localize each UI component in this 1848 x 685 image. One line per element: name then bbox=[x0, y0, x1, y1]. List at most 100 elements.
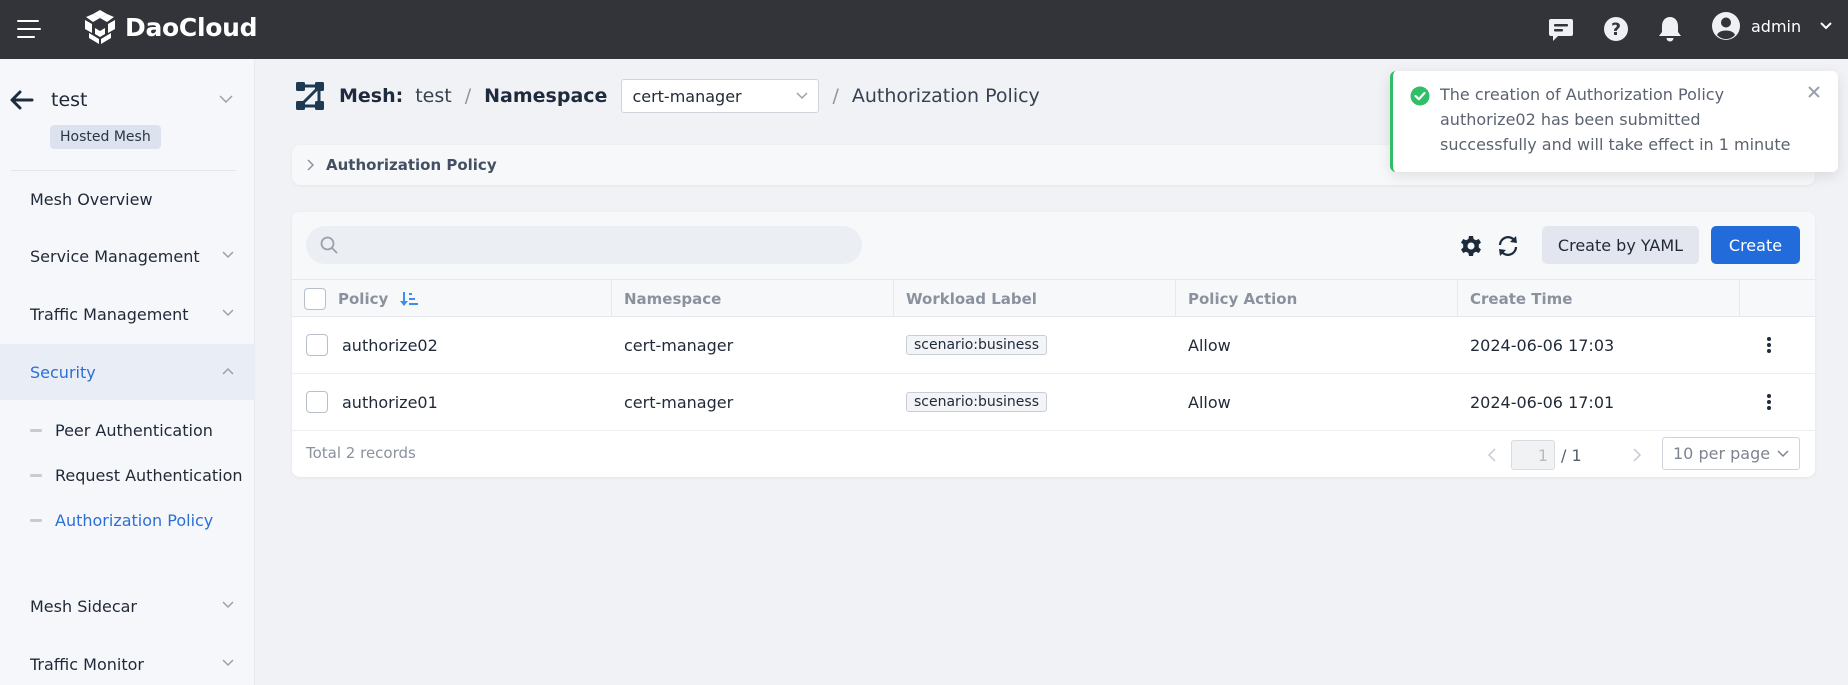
workload-label-cell: scenario:business bbox=[906, 317, 1048, 373]
breadcrumb-mesh-label: Mesh: bbox=[339, 85, 404, 107]
workload-label-tag: scenario:business bbox=[906, 392, 1048, 412]
search-icon bbox=[320, 236, 338, 254]
sidebar-item-service-management[interactable]: Service Management bbox=[0, 228, 255, 284]
sidebar-item-label: Service Management bbox=[30, 246, 200, 266]
pagination: 1 / 1 bbox=[1487, 440, 1642, 470]
sidebar-item-label: Traffic Management bbox=[30, 304, 189, 324]
sort-descending-icon[interactable] bbox=[400, 290, 419, 308]
mesh-name: test bbox=[51, 89, 88, 111]
chevron-down-icon bbox=[222, 659, 234, 667]
mesh-icon bbox=[296, 82, 324, 110]
policy-action-cell: Allow bbox=[1188, 335, 1231, 355]
more-actions-icon[interactable] bbox=[1766, 317, 1772, 373]
search-input[interactable] bbox=[348, 236, 862, 254]
row-checkbox[interactable] bbox=[306, 391, 328, 413]
sidebar-item-security[interactable]: Security bbox=[0, 344, 255, 400]
previous-page-icon[interactable] bbox=[1487, 448, 1497, 462]
sidebar-item-traffic-monitor[interactable]: Traffic Monitor bbox=[0, 636, 255, 685]
select-all-checkbox[interactable] bbox=[304, 287, 326, 310]
column-header-label: Namespace bbox=[624, 289, 722, 308]
page-size-select[interactable]: 10 per page bbox=[1662, 437, 1800, 470]
sidebar-item-mesh-overview[interactable]: Mesh Overview bbox=[0, 171, 255, 227]
policy-action-cell: Allow bbox=[1188, 392, 1231, 412]
chevron-down-icon bbox=[222, 251, 234, 259]
sidebar-item-traffic-management[interactable]: Traffic Management bbox=[0, 286, 255, 342]
column-header-label: Policy bbox=[338, 289, 389, 308]
sidebar-item-label: Traffic Monitor bbox=[30, 654, 144, 674]
column-header-policy-action: Policy Action bbox=[1176, 280, 1458, 317]
sidebar-item-label: Security bbox=[30, 362, 96, 382]
top-navigation-bar: DaoCloud ? admin bbox=[0, 0, 1848, 59]
workload-label-cell: scenario:business bbox=[906, 374, 1048, 430]
success-toast: The creation of Authorization Policy aut… bbox=[1390, 71, 1838, 172]
chevron-up-icon bbox=[222, 367, 234, 375]
chevron-right-icon bbox=[307, 159, 314, 171]
create-button[interactable]: Create bbox=[1711, 226, 1800, 264]
breadcrumb-mesh-link[interactable]: test bbox=[415, 85, 452, 107]
breadcrumb-separator: / bbox=[464, 85, 472, 107]
table-footer: Total 2 records 1 / 1 10 per page bbox=[292, 430, 1815, 477]
workload-label-tag: scenario:business bbox=[906, 335, 1048, 355]
daocloud-logo[interactable]: DaoCloud bbox=[83, 9, 257, 45]
sidebar-subitem-label: Request Authentication bbox=[55, 465, 243, 485]
message-icon[interactable] bbox=[1546, 14, 1576, 44]
row-checkbox[interactable] bbox=[306, 334, 328, 356]
close-icon[interactable] bbox=[1807, 85, 1821, 99]
page-size-value: 10 per page bbox=[1673, 444, 1771, 463]
chevron-down-icon bbox=[1777, 449, 1789, 457]
sidebar-item-label: Mesh Sidecar bbox=[30, 596, 137, 616]
policy-name-link[interactable]: authorize02 bbox=[342, 317, 438, 373]
sidebar-subitem-authorization-policy[interactable]: Authorization Policy bbox=[0, 500, 255, 540]
bell-icon[interactable] bbox=[1655, 14, 1685, 44]
sidebar-subitem-label: Authorization Policy bbox=[55, 510, 214, 530]
namespace-select-value: cert-manager bbox=[632, 86, 742, 106]
breadcrumb: Mesh: test / Namespace cert-manager / Au… bbox=[295, 79, 1040, 113]
chevron-down-icon bbox=[1820, 22, 1832, 30]
dash-icon bbox=[30, 519, 42, 522]
success-check-icon bbox=[1410, 86, 1430, 106]
total-pages: / 1 bbox=[1561, 445, 1582, 465]
chevron-down-icon bbox=[222, 309, 234, 317]
column-header-actions bbox=[1740, 280, 1815, 317]
next-page-icon[interactable] bbox=[1632, 448, 1642, 462]
settings-gear-icon[interactable] bbox=[1459, 234, 1483, 258]
table-header: Policy Namespace Workload Label Policy A… bbox=[292, 279, 1815, 317]
sidebar-subitem-label: Peer Authentication bbox=[55, 420, 213, 440]
namespace-select[interactable]: cert-manager bbox=[621, 79, 820, 113]
user-menu[interactable]: admin bbox=[1711, 11, 1833, 41]
svg-text:?: ? bbox=[1611, 20, 1621, 40]
daocloud-logo-icon bbox=[85, 10, 115, 44]
policy-name-link[interactable]: authorize01 bbox=[342, 374, 438, 430]
breadcrumb-separator: / bbox=[832, 85, 839, 107]
more-actions-icon[interactable] bbox=[1766, 374, 1772, 430]
row-checkbox-cell bbox=[306, 374, 328, 430]
table-row: authorize02 cert-manager scenario:busine… bbox=[292, 317, 1815, 374]
menu-icon[interactable] bbox=[17, 19, 41, 39]
sidebar-subitem-request-authentication[interactable]: Request Authentication bbox=[0, 455, 255, 495]
create-by-yaml-button[interactable]: Create by YAML bbox=[1542, 226, 1699, 264]
create-time-cell: 2024-06-06 17:01 bbox=[1470, 392, 1615, 412]
total-records: Total 2 records bbox=[306, 444, 416, 462]
mesh-type-badge: Hosted Mesh bbox=[50, 125, 161, 149]
column-header-namespace: Namespace bbox=[612, 280, 894, 317]
sidebar: test Hosted Mesh Mesh Overview Service M… bbox=[0, 59, 255, 685]
namespace-cell: cert-manager bbox=[624, 392, 734, 412]
dash-icon bbox=[30, 474, 42, 477]
back-arrow-icon[interactable] bbox=[10, 89, 34, 111]
table-row: authorize01 cert-manager scenario:busine… bbox=[292, 374, 1815, 431]
sidebar-item-mesh-sidecar[interactable]: Mesh Sidecar bbox=[0, 578, 255, 634]
column-header-label: Create Time bbox=[1470, 289, 1573, 308]
toast-message: The creation of Authorization Policy aut… bbox=[1440, 85, 1791, 154]
page-number-input[interactable]: 1 bbox=[1511, 440, 1555, 470]
sidebar-item-label: Mesh Overview bbox=[30, 189, 153, 209]
mesh-header: test Hosted Mesh bbox=[0, 59, 255, 171]
refresh-icon[interactable] bbox=[1496, 234, 1520, 258]
namespace-cell: cert-manager bbox=[624, 335, 734, 355]
policy-table-card: Create by YAML Create Policy Namespace W… bbox=[292, 212, 1815, 477]
help-icon[interactable]: ? bbox=[1601, 14, 1631, 44]
column-header-policy[interactable]: Policy bbox=[292, 280, 612, 317]
dash-icon bbox=[30, 429, 42, 432]
sidebar-subitem-peer-authentication[interactable]: Peer Authentication bbox=[0, 410, 255, 450]
column-header-workload-label: Workload Label bbox=[894, 280, 1176, 317]
mesh-switch-chevron-icon[interactable] bbox=[219, 95, 233, 104]
